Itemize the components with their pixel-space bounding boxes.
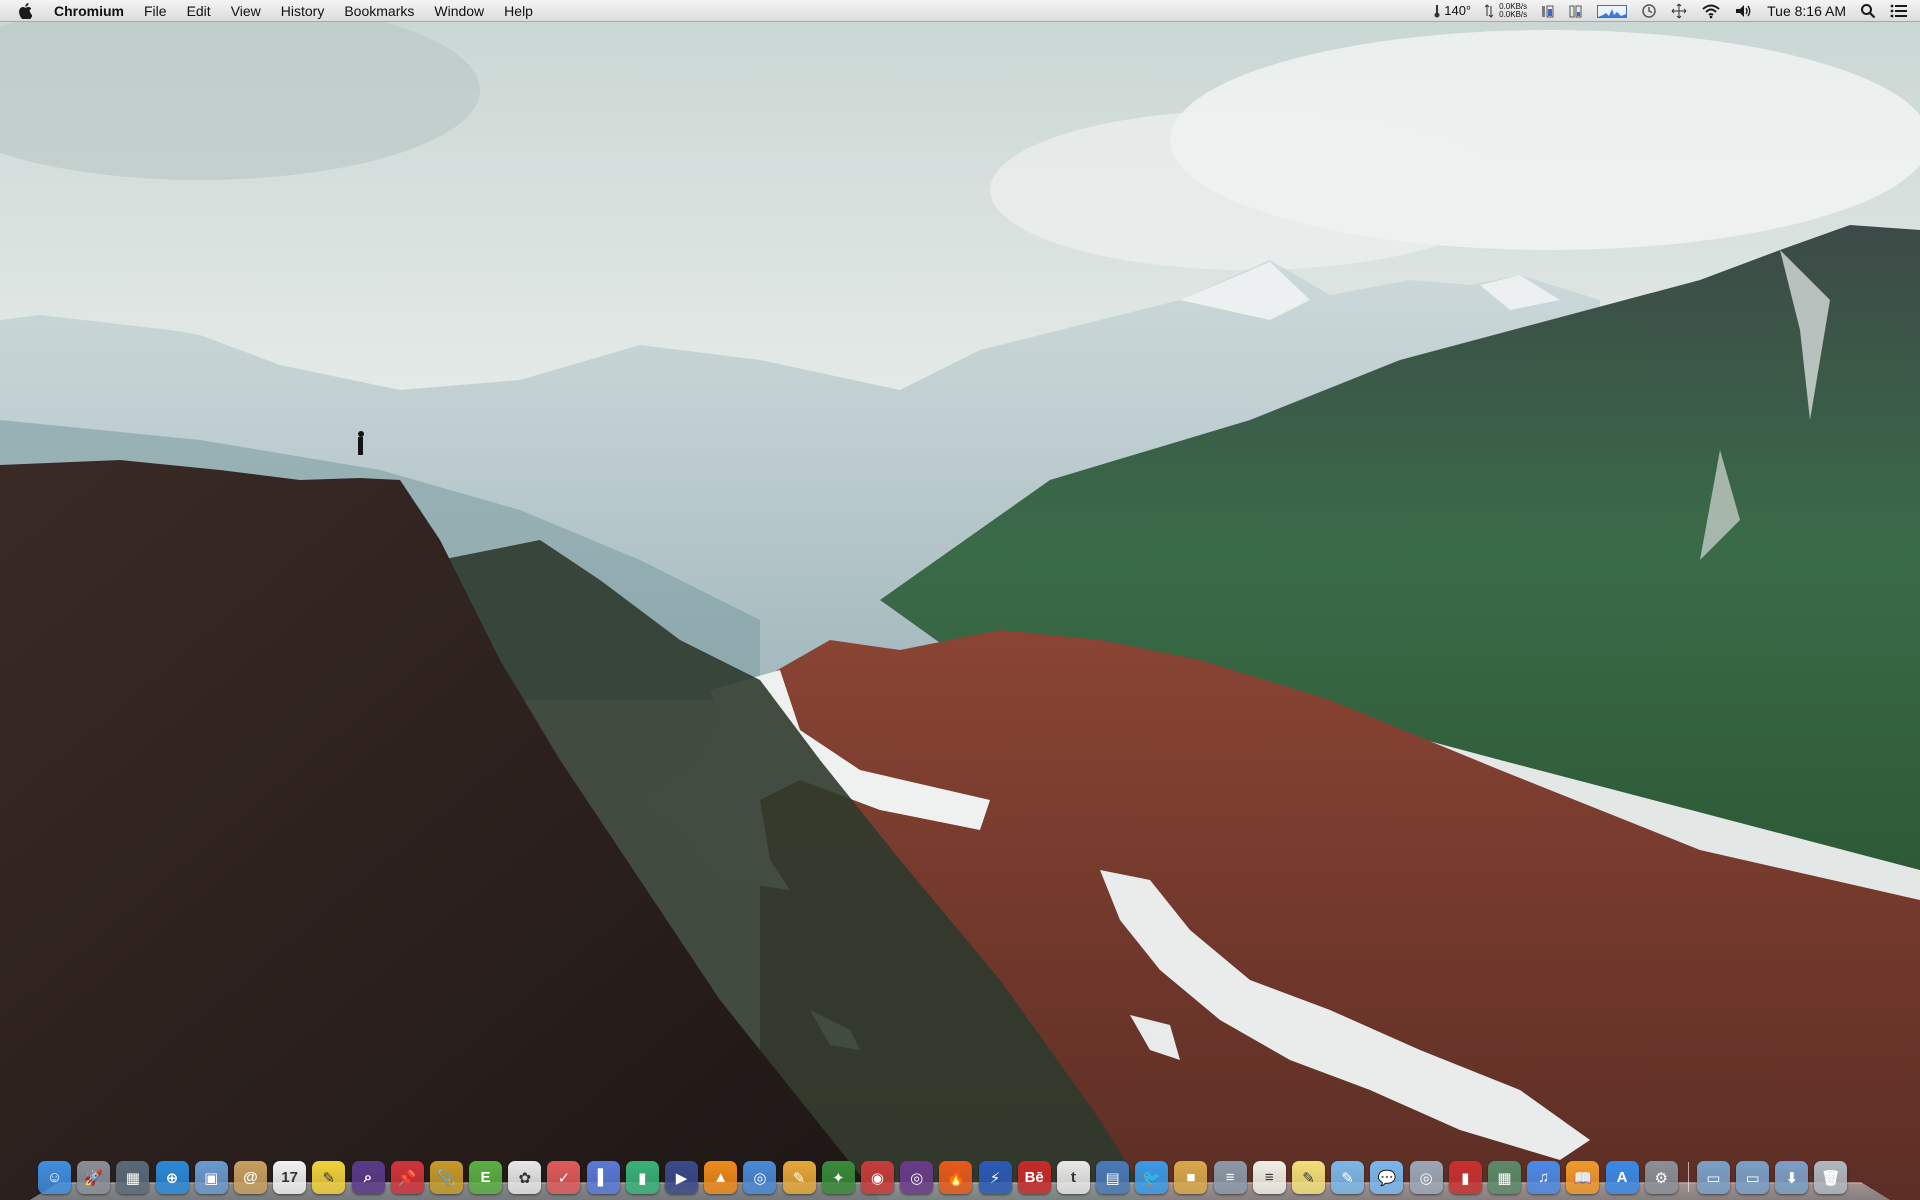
screenshot-icon[interactable]: ◎ [1409,1161,1443,1194]
notepad-icon[interactable]: ✎ [1292,1161,1325,1194]
memory-meter-icon [1542,5,1554,17]
dock-divider [1687,1162,1689,1192]
dock-icons: ☺ 🚀 ▦ ⊕ ▣ @17 ✎ ⌕ 📌 📎 E ✿ ✓ ▌ ▮ ▶ ▲ ◎ ✎ ✦ ◉ ◎ 🔥 ⚡ Bē t ▤ 🐦 ■ ≡ ≡ ✎ ✎ 💬 ◎ ▮ ▦… [38,1160,1854,1194]
trash-icon[interactable]: 🗑 [1814,1161,1848,1194]
temperature-value: 140° [1444,3,1472,18]
clip-icon[interactable]: 📎 [429,1161,463,1194]
ibooks-icon[interactable]: 📖 [1566,1161,1600,1194]
wifi-item[interactable] [1701,0,1721,22]
move-arrows-icon [1671,3,1687,18]
calendar-icon[interactable]: 17 [273,1161,307,1194]
volume-item[interactable] [1735,0,1753,22]
wunderlist-icon[interactable]: ✓ [547,1161,581,1194]
apple-menu-icon[interactable] [16,2,34,20]
photo-slideshow-icon[interactable]: ▮ [1448,1161,1482,1194]
downloads-folder-icon[interactable]: ⬇ [1775,1161,1809,1194]
desktop-wallpaper [0,0,1920,1200]
maps-icon[interactable]: ✎ [1331,1161,1365,1194]
preview-icon[interactable]: ▣ [194,1161,228,1194]
wifi-icon [1702,4,1720,18]
textedit-icon[interactable]: ≡ [1213,1161,1247,1194]
volume-icon [1736,4,1751,17]
itunes-icon[interactable]: ♫ [1527,1161,1561,1194]
colors-icon[interactable]: ✿ [508,1161,542,1194]
twitter-icon[interactable]: 🐦 [1135,1161,1169,1194]
dock: ☺ 🚀 ▦ ⊕ ▣ @17 ✎ ⌕ 📌 📎 E ✿ ✓ ▌ ▮ ▶ ▲ ◎ ✎ ✦ ◉ ◎ 🔥 ⚡ Bē t ▤ 🐦 ■ ≡ ≡ ✎ ✎ 💬 ◎ ▮ ▦… [30,1160,1890,1200]
sheets-icon[interactable]: ▤ [1096,1161,1130,1194]
chrome-icon[interactable]: ◎ [743,1161,777,1194]
mission-control-icon[interactable]: ▦ [116,1161,150,1194]
disk-meter-item[interactable] [1569,0,1583,22]
cpu-graph-item[interactable] [1597,0,1628,22]
firefox-icon[interactable]: 🔥 [939,1161,973,1194]
disk-meter-icon [1569,5,1582,17]
menu-help[interactable]: Help [494,0,543,22]
network-status-item[interactable]: 0.0KB/s 0.0KB/s [1485,0,1527,22]
network-download-rate: 0.0KB/s [1499,9,1528,19]
apple-logo-icon [19,2,32,19]
menu-edit[interactable]: Edit [177,0,221,22]
network-arrows-icon [1485,3,1494,18]
applications-folder-icon[interactable]: ▭ [1696,1161,1730,1194]
photos-icon[interactable]: ✦ [821,1161,855,1194]
camera-icon[interactable]: ◎ [900,1161,934,1194]
finder-icon[interactable]: ☺ [38,1161,71,1194]
evernote-icon[interactable]: E [469,1161,503,1194]
alfred-icon[interactable]: ⌕ [351,1161,385,1194]
vlc-icon[interactable]: ▲ [704,1161,738,1194]
thermometer-icon [1434,4,1440,17]
sketch-icon[interactable]: ✎ [782,1161,816,1194]
menu-file[interactable]: File [134,0,177,22]
time-machine-icon [1642,3,1656,18]
marker-icon[interactable]: ▮ [625,1161,659,1194]
app-store-icon[interactable]: A [1605,1161,1639,1194]
books-icon[interactable]: ▌ [586,1161,620,1194]
app-menu-chromium[interactable]: Chromium [44,0,134,22]
temperature-status-item[interactable]: 140° [1434,0,1471,22]
behance-icon[interactable]: Bē [1017,1161,1051,1194]
photo-booth-icon[interactable]: ◉ [860,1161,894,1194]
bluetooth-like-item[interactable] [1671,0,1687,22]
search-icon [1861,3,1876,18]
contacts-icon[interactable]: @ [233,1161,267,1194]
menu-bar-left: Chromium File Edit View History Bookmark… [0,0,543,22]
menu-bar-status-area: 140° 0.0KB/s 0.0KB/s Tue 8:16 AM [1427,0,1920,22]
package-icon[interactable]: ■ [1174,1161,1208,1194]
time-machine-item[interactable] [1641,0,1657,22]
quicktime-icon[interactable]: ▶ [665,1161,698,1194]
menu-view[interactable]: View [221,0,271,22]
system-preferences-icon[interactable]: ⚙ [1644,1161,1678,1194]
reeder-icon[interactable]: ⚡ [978,1161,1012,1194]
cpu-graph-icon [1597,4,1628,18]
notification-center-item[interactable] [1890,0,1908,22]
stickies-icon[interactable]: ✎ [312,1161,346,1194]
list-icon [1890,4,1907,17]
clock-item[interactable]: Tue 8:16 AM [1767,0,1846,22]
messages-icon[interactable]: 💬 [1370,1161,1404,1194]
safari-icon[interactable]: ⊕ [155,1161,189,1194]
menu-bar: Chromium File Edit View History Bookmark… [0,0,1920,22]
memory-meter-item[interactable] [1541,0,1555,22]
launchpad-icon[interactable]: 🚀 [77,1161,111,1194]
spotlight-item[interactable] [1860,0,1876,22]
menu-history[interactable]: History [271,0,335,22]
pin-icon[interactable]: 📌 [390,1161,424,1194]
typewriter-icon[interactable]: t [1056,1161,1090,1194]
notes-icon[interactable]: ≡ [1252,1161,1286,1194]
documents-folder-icon[interactable]: ▭ [1736,1161,1770,1194]
menu-bookmarks[interactable]: Bookmarks [334,0,424,22]
image-capture-icon[interactable]: ▦ [1487,1161,1521,1194]
menu-window[interactable]: Window [424,0,494,22]
